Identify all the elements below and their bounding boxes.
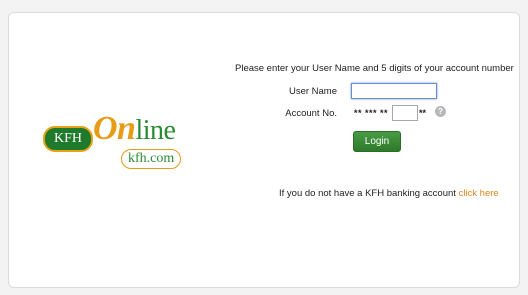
logo-line-text: line: [135, 115, 176, 146]
question-mark-icon[interactable]: ?: [435, 106, 446, 117]
username-label: User Name: [288, 86, 337, 97]
login-instruction: Please enter your User Name and 5 digits…: [235, 63, 514, 74]
logo-kfh-badge: KFH: [43, 126, 93, 152]
account-number-label: Account No.: [285, 108, 337, 119]
click-here-link[interactable]: click here: [459, 188, 499, 199]
login-panel: KFH Online kfh.com Please enter your Use…: [8, 12, 520, 288]
logo-on-text: On: [93, 110, 136, 147]
login-button[interactable]: Login: [353, 131, 401, 152]
account-digits-input[interactable]: [392, 105, 418, 121]
logo-domain-badge: kfh.com: [121, 149, 182, 169]
account-masked-suffix: **: [419, 108, 427, 118]
account-masked-prefix: ** *** **: [354, 108, 389, 118]
username-input[interactable]: [351, 83, 437, 99]
logo-online-wordmark: Online: [93, 109, 176, 151]
no-account-text: If you do not have a KFH banking account: [279, 188, 456, 199]
no-account-message: If you do not have a KFH banking account…: [279, 188, 499, 199]
kfh-online-logo: KFH Online kfh.com: [43, 109, 183, 175]
